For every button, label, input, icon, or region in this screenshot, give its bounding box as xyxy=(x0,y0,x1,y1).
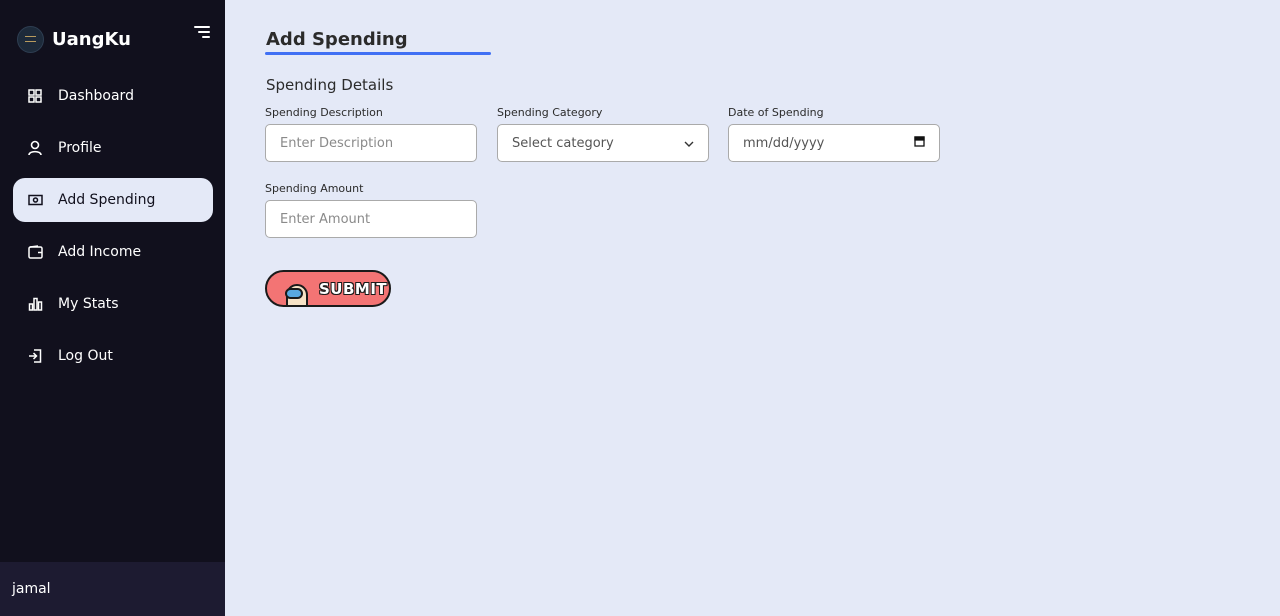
date-placeholder: mm/dd/yyyy xyxy=(743,135,825,151)
menu-toggle-icon[interactable] xyxy=(194,26,210,40)
logout-icon xyxy=(27,348,43,364)
section-title: Spending Details xyxy=(266,76,394,94)
user-name: jamal xyxy=(12,581,51,597)
description-placeholder: Enter Description xyxy=(280,135,394,151)
category-field: Spending Category Select category xyxy=(497,106,709,162)
money-icon xyxy=(27,192,43,208)
sidebar-item-label: Profile xyxy=(58,140,102,156)
category-selected: Select category xyxy=(512,135,614,151)
date-field: Date of Spending mm/dd/yyyy xyxy=(728,106,940,162)
submit-label: SUBMIT xyxy=(319,279,388,298)
title-underline xyxy=(265,52,491,55)
amount-placeholder: Enter Amount xyxy=(280,211,371,227)
sidebar-item-dashboard[interactable]: Dashboard xyxy=(13,74,213,118)
profile-bar: jamal xyxy=(0,562,225,616)
wallet-icon xyxy=(27,244,43,260)
app-logo xyxy=(17,25,44,53)
sidebar-item-label: Log Out xyxy=(58,348,113,364)
category-select[interactable]: Select category xyxy=(497,124,709,162)
description-input[interactable]: Enter Description xyxy=(265,124,477,162)
sidebar-item-label: Dashboard xyxy=(58,88,134,104)
page-title: Add Spending xyxy=(266,29,408,50)
sidebar-item-add-income[interactable]: Add Income xyxy=(13,230,213,274)
grid-icon xyxy=(27,88,43,104)
crewmate-icon xyxy=(283,278,313,305)
date-label: Date of Spending xyxy=(728,106,824,119)
category-label: Spending Category xyxy=(497,106,603,119)
sidebar-item-label: Add Spending xyxy=(58,192,156,208)
sidebar-item-label: Add Income xyxy=(58,244,142,260)
submit-button[interactable]: SUBMIT xyxy=(265,270,391,307)
sidebar-item-log-out[interactable]: Log Out xyxy=(13,334,213,378)
user-icon xyxy=(27,140,43,156)
chevron-down-icon xyxy=(684,136,694,151)
main-content: Add Spending Spending Details Spending D… xyxy=(225,0,1280,616)
description-label: Spending Description xyxy=(265,106,383,119)
sidebar-nav: Dashboard Profile Add Spending Add Incom… xyxy=(13,74,213,386)
bar-chart-icon xyxy=(27,296,43,312)
amount-field: Spending Amount Enter Amount xyxy=(265,182,477,238)
date-input[interactable]: mm/dd/yyyy xyxy=(728,124,940,162)
brand: UangKu xyxy=(17,24,131,54)
sidebar-item-profile[interactable]: Profile xyxy=(13,126,213,170)
sidebar-item-add-spending[interactable]: Add Spending xyxy=(13,178,213,222)
sidebar-item-my-stats[interactable]: My Stats xyxy=(13,282,213,326)
app-name: UangKu xyxy=(52,28,131,50)
description-field: Spending Description Enter Description xyxy=(265,106,477,162)
amount-input[interactable]: Enter Amount xyxy=(265,200,477,238)
calendar-icon[interactable] xyxy=(914,135,925,151)
sidebar-item-label: My Stats xyxy=(58,296,119,312)
sidebar: UangKu Dashboard Profile Add Spending Ad… xyxy=(0,0,225,616)
amount-label: Spending Amount xyxy=(265,182,364,195)
